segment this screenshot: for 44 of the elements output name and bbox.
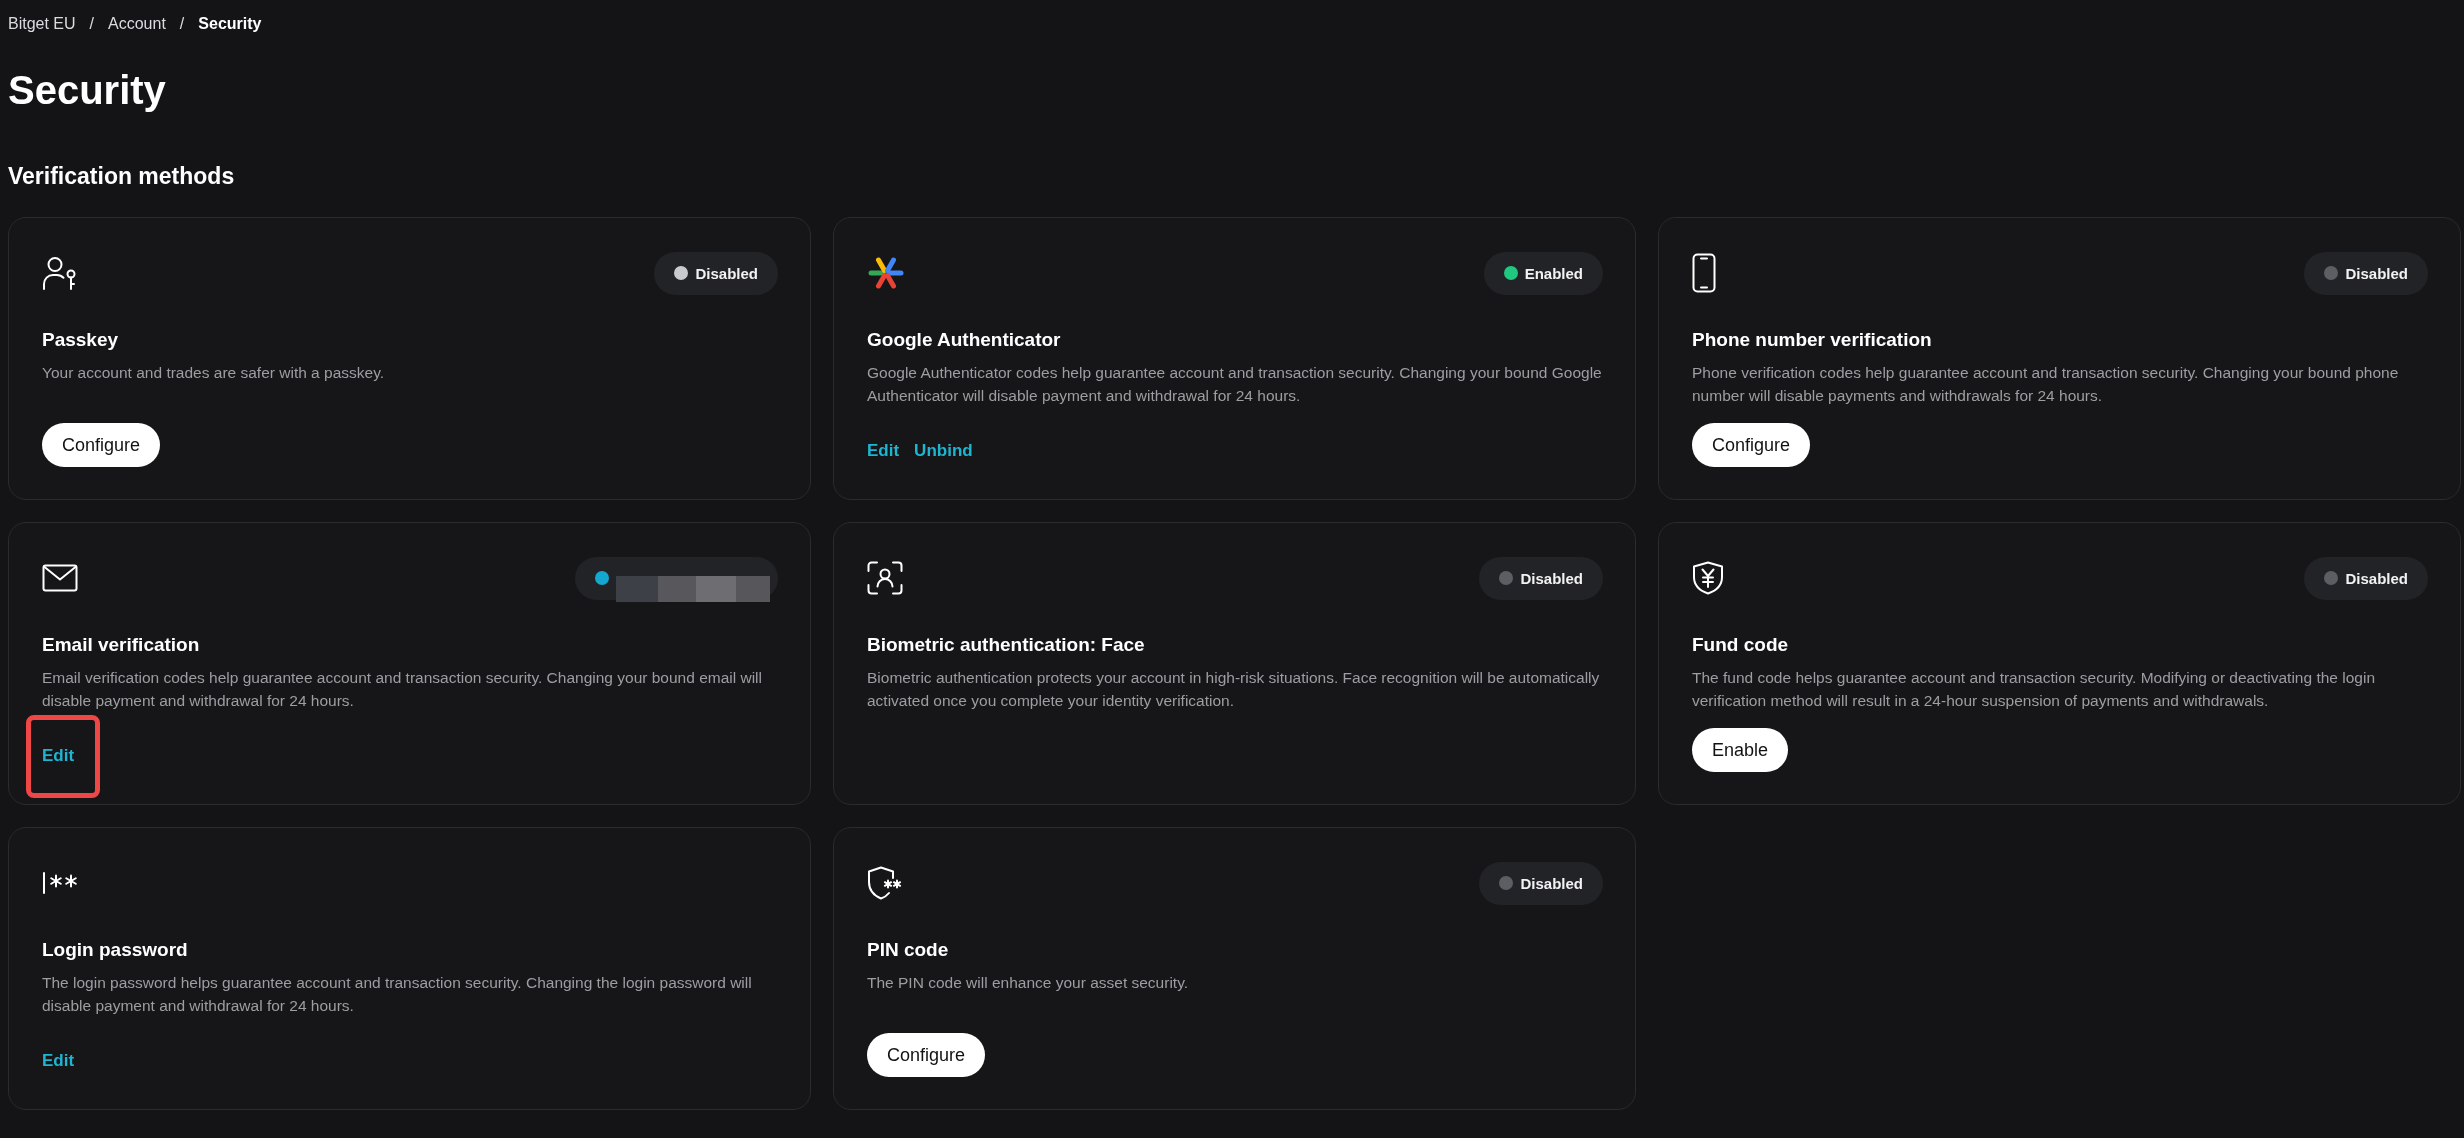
breadcrumb-separator: / [89, 14, 95, 34]
card-title: Biometric authentication: Face [867, 633, 1146, 657]
card-title: PIN code [867, 938, 950, 962]
card-description: Biometric authentication protects your account in high-risk situations. Face recognition will be automatically activated once you complete your identity verification. [867, 668, 1601, 711]
status-label: Disabled [2345, 569, 2408, 587]
person-key-icon [42, 256, 78, 290]
breadcrumb-link[interactable]: Bitget EU [8, 14, 76, 34]
spoke-star-icon [867, 255, 905, 291]
card-description: Google Authenticator codes help guarantee account and transaction security. Changing your bound Google Authenticator will disable payment and withdrawal for 24 hours. [867, 363, 1603, 406]
phone-icon [1692, 253, 1716, 293]
card-title: Email verification [42, 633, 201, 657]
card-description: The fund code helps guarantee account and transaction security. Modifying or deactivating the login verification method will result in a 24-hour suspension of payments and withdrawals. [1692, 668, 2376, 711]
breadcrumb-link[interactable]: Account [108, 14, 166, 34]
card-title: Fund code [1692, 633, 1790, 657]
status-label: Disabled [1520, 874, 1583, 892]
action-button[interactable]: Configure [867, 1033, 986, 1077]
card-title: Google Authenticator [867, 328, 1062, 352]
card-description: Email verification codes help guarantee account and transaction security. Changing your bound email will disable payment and withdrawal for 24 hours. [42, 668, 763, 711]
status-label: Disabled [2345, 264, 2408, 282]
face-scan-icon [867, 561, 903, 595]
cursor-asterisks-icon [42, 872, 80, 894]
card-title: Passkey [42, 328, 120, 352]
card-description: The login password helps guarantee account and transaction security. Changing the login password will disable payment and withdrawal for 24 hours. [42, 973, 753, 1016]
action-button[interactable]: Configure [1692, 423, 1811, 467]
card-description: Your account and trades are safer with a passkey. [42, 363, 386, 383]
card-description: Phone verification codes help guarantee account and transaction security. Changing your bound phone number will disable payments and withdrawals for 24 hours. [1692, 363, 2400, 406]
shield-yen-icon [1692, 561, 1724, 595]
action-button[interactable]: Enable [1692, 728, 1789, 772]
action-link[interactable]: Unbind [914, 439, 973, 463]
section-title: Verification methods [8, 162, 236, 191]
page-title: Security [8, 67, 167, 114]
breadcrumb-separator: / [179, 14, 185, 34]
breadcrumb-current: Security [198, 14, 262, 34]
status-label: Disabled [1520, 569, 1583, 587]
envelope-icon [42, 564, 78, 592]
card-description: The PIN code will enhance your asset security. [867, 973, 1190, 993]
action-link[interactable]: Edit [42, 1049, 75, 1073]
card-title: Phone number verification [1692, 328, 1933, 352]
action-button[interactable]: Configure [42, 423, 161, 467]
action-link[interactable]: Edit [867, 439, 900, 463]
card-title: Login password [42, 938, 189, 962]
status-label: Disabled [695, 264, 758, 282]
action-link[interactable]: Edit [42, 744, 75, 768]
status-label: Enabled [1524, 264, 1583, 282]
